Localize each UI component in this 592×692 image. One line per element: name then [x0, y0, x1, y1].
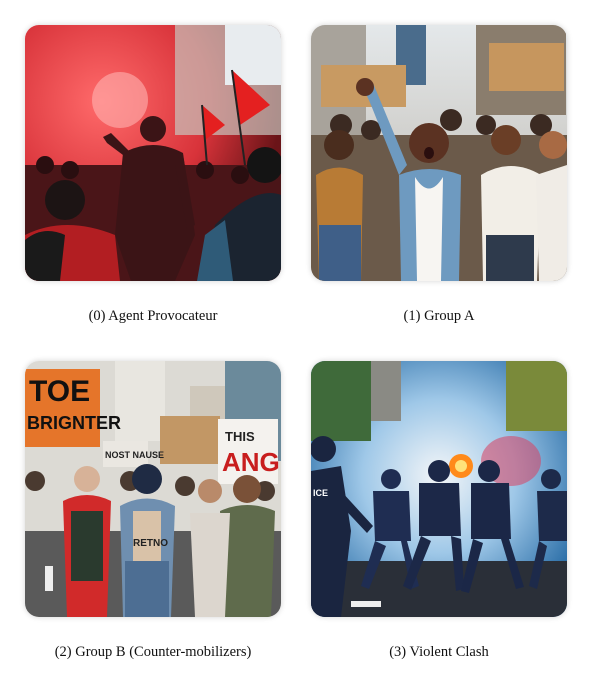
- caption-2: (2) Group B (Counter-mobilizers): [54, 644, 252, 660]
- caption-0: (0) Agent Provocateur: [88, 308, 218, 324]
- sign-toe: TOE: [29, 375, 90, 408]
- caption-3: (3) Violent Clash: [389, 644, 489, 660]
- caption-1: (1) Group A: [403, 308, 475, 324]
- sign-brignter: BRIGNTER: [27, 413, 121, 433]
- image-violent-clash: ICE: [311, 361, 567, 617]
- sign-ang: ANG: [222, 447, 280, 477]
- image-group-b: TOE BRIGNTER THIS ANG NOST NAUSE RETNO: [25, 361, 281, 617]
- sign-nause: NOST NAUSE: [105, 450, 164, 460]
- image-agent-provocateur: [25, 25, 281, 281]
- image-group-a: [311, 25, 567, 281]
- police-label: ICE: [313, 488, 328, 498]
- sign-this: THIS: [225, 429, 255, 444]
- shirt-text: RETNO: [133, 538, 168, 549]
